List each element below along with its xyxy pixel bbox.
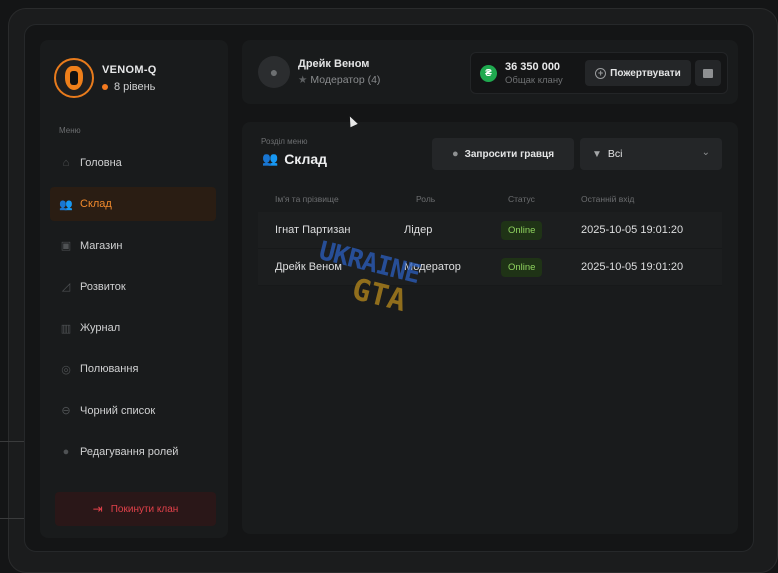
users-icon: 👥	[59, 198, 73, 211]
member-role: Модератор	[404, 261, 461, 273]
status-badge: Online	[501, 220, 543, 240]
book-icon: ▥	[60, 322, 72, 335]
clan-level: 8 рівень	[102, 81, 157, 93]
sidebar-item-blacklist[interactable]: ⊖ Чорний список	[50, 394, 216, 428]
user-role: ★ Модератор (4)	[298, 74, 381, 86]
star-icon: ★	[298, 74, 308, 86]
coin-icon: ₴	[480, 65, 497, 82]
last-login: 2025-10-05 19:01:20	[581, 224, 684, 236]
sidebar-item-hunting[interactable]: ◎ Полювання	[50, 352, 216, 386]
status-badge: Online	[501, 257, 543, 277]
storage-button[interactable]	[695, 60, 721, 86]
members-table: Ім'я та прізвище Роль Статус Останній вх…	[258, 186, 722, 286]
table-row[interactable]: Дрейк Веном Модератор Online 2025-10-05 …	[258, 249, 722, 286]
filter-select[interactable]: ▼ Всі ⌄	[580, 138, 722, 170]
home-icon: ⌂	[62, 157, 70, 169]
section-label: Розділ меню	[261, 137, 308, 146]
column-header-last-login: Останній вхід	[581, 194, 635, 204]
chevron-down-icon: ⌄	[701, 147, 710, 158]
block-icon: ⊖	[61, 405, 71, 418]
main-panel: Розділ меню 👥 Склад ● Запросити гравця ▼ Вс…	[242, 122, 738, 534]
sidebar-menu: ⌂ Головна 👥 Склад ▣ Магазин ◿ Розвиток ▥ Журн…	[50, 146, 216, 476]
member-role: Лідер	[404, 224, 433, 236]
exit-icon: ⇥	[92, 502, 103, 516]
sidebar-item-roster[interactable]: 👥 Склад	[50, 187, 216, 222]
donate-button[interactable]: + Пожертвувати	[585, 60, 691, 86]
member-name: Дрейк Веном	[275, 261, 342, 273]
chart-icon: ◿	[61, 281, 71, 294]
user-name: Дрейк Веном	[298, 58, 370, 70]
balance-label: Общак клану	[505, 75, 563, 86]
member-name: Ігнат Партизан	[275, 224, 351, 236]
column-header-role: Роль	[416, 194, 436, 204]
table-header: Ім'я та прізвище Роль Статус Останній вх…	[258, 186, 722, 212]
sidebar-item-roles[interactable]: ● Редагування ролей	[50, 435, 216, 469]
sidebar-item-journal[interactable]: ▥ Журнал	[50, 311, 216, 345]
clan-profile: VENOM-Q 8 рівень	[54, 58, 157, 98]
clan-name: VENOM-Q	[102, 63, 157, 76]
sidebar-item-home[interactable]: ⌂ Головна	[50, 146, 216, 180]
invite-player-button[interactable]: ● Запросити гравця	[432, 138, 574, 170]
column-header-name: Ім'я та прізвище	[275, 194, 339, 204]
basket-icon: ▣	[60, 240, 72, 253]
users-icon: 👥	[262, 151, 279, 166]
sidebar-item-development[interactable]: ◿ Розвиток	[50, 270, 216, 304]
filter-icon: ▼	[592, 148, 602, 160]
clan-logo	[54, 58, 94, 98]
sidebar: VENOM-Q 8 рівень Меню ⌂ Головна 👥 Склад ▣ М…	[40, 40, 228, 538]
sidebar-item-shop[interactable]: ▣ Магазин	[50, 229, 216, 263]
clan-balance: ₴ 36 350 000 Общак клану + Пожертвувати	[470, 52, 728, 94]
avatar: ●	[258, 56, 290, 88]
last-login: 2025-10-05 19:01:20	[581, 261, 684, 273]
level-dot-icon	[102, 83, 108, 90]
column-header-status: Статус	[508, 194, 535, 204]
page-title: 👥 Склад	[262, 151, 328, 167]
user-edit-icon: ●	[62, 446, 70, 459]
plus-circle-icon: +	[595, 67, 607, 79]
leave-clan-button[interactable]: ⇥ Покинути клан	[55, 492, 216, 526]
target-icon: ◎	[61, 363, 71, 376]
menu-label: Меню	[59, 126, 81, 135]
table-row[interactable]: Ігнат Партизан Лідер Online 2025-10-05 1…	[258, 212, 722, 249]
add-user-icon: ●	[451, 148, 459, 160]
current-user: ● Дрейк Веном ★ Модератор (4)	[258, 56, 380, 88]
top-bar: ● Дрейк Веном ★ Модератор (4) ₴ 36 350 00…	[242, 40, 738, 104]
box-icon	[703, 68, 713, 78]
balance-value: 36 350 000	[505, 61, 561, 73]
